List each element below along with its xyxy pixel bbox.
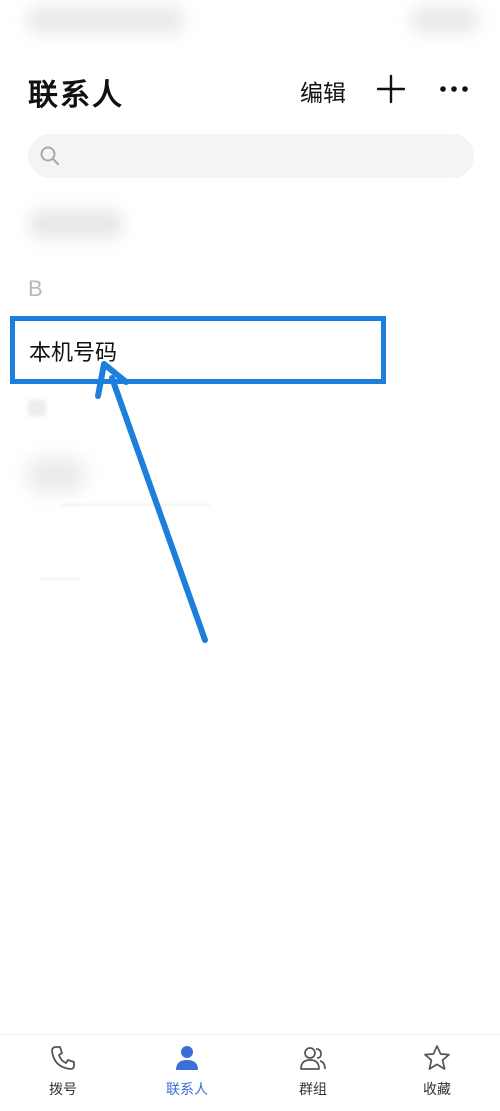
phone-icon (51, 1046, 75, 1070)
header: 联系人 编辑 (0, 62, 500, 118)
section-letter: B (28, 276, 43, 301)
nav-item-groups[interactable]: 群组 (268, 1043, 358, 1107)
blurred-contact-row (28, 205, 128, 243)
page-title: 联系人 (28, 78, 124, 113)
blurred-section-letter (28, 400, 46, 416)
search-input[interactable] (72, 140, 466, 174)
status-bar-blur-left (26, 6, 186, 34)
contact-name: 本机号码 (29, 341, 118, 366)
nav-item-favorites[interactable]: 收藏 (392, 1043, 482, 1107)
more-options-button[interactable] (436, 72, 472, 106)
add-contact-button[interactable] (374, 72, 408, 106)
nav-label-groups: 群组 (299, 1082, 327, 1098)
contacts-screen: 联系人 编辑 B 本机号码 拨号 联系人 群组 收藏 (0, 0, 500, 1111)
contact-item-own-number[interactable]: 本机号码 (10, 316, 386, 384)
edit-button[interactable]: 编辑 (300, 74, 346, 108)
divider (40, 578, 80, 580)
nav-item-contacts[interactable]: 联系人 (142, 1043, 232, 1107)
divider (60, 504, 210, 506)
star-icon (424, 1045, 450, 1070)
person-icon (176, 1046, 198, 1070)
status-bar-blur-right (410, 6, 480, 34)
nav-label-favorites: 收藏 (423, 1082, 451, 1098)
blurred-contact-name (28, 209, 124, 239)
bottom-navigation: 拨号 联系人 群组 收藏 (0, 1034, 500, 1111)
nav-label-dialer: 拨号 (49, 1082, 77, 1098)
more-dots-icon (440, 86, 468, 92)
nav-item-dialer[interactable]: 拨号 (18, 1043, 108, 1107)
search-bar[interactable] (28, 134, 474, 178)
nav-label-contacts: 联系人 (166, 1082, 208, 1098)
group-icon (300, 1047, 326, 1070)
blurred-contact-row-2 (28, 458, 84, 492)
search-icon (40, 146, 60, 166)
plus-icon (376, 74, 406, 104)
